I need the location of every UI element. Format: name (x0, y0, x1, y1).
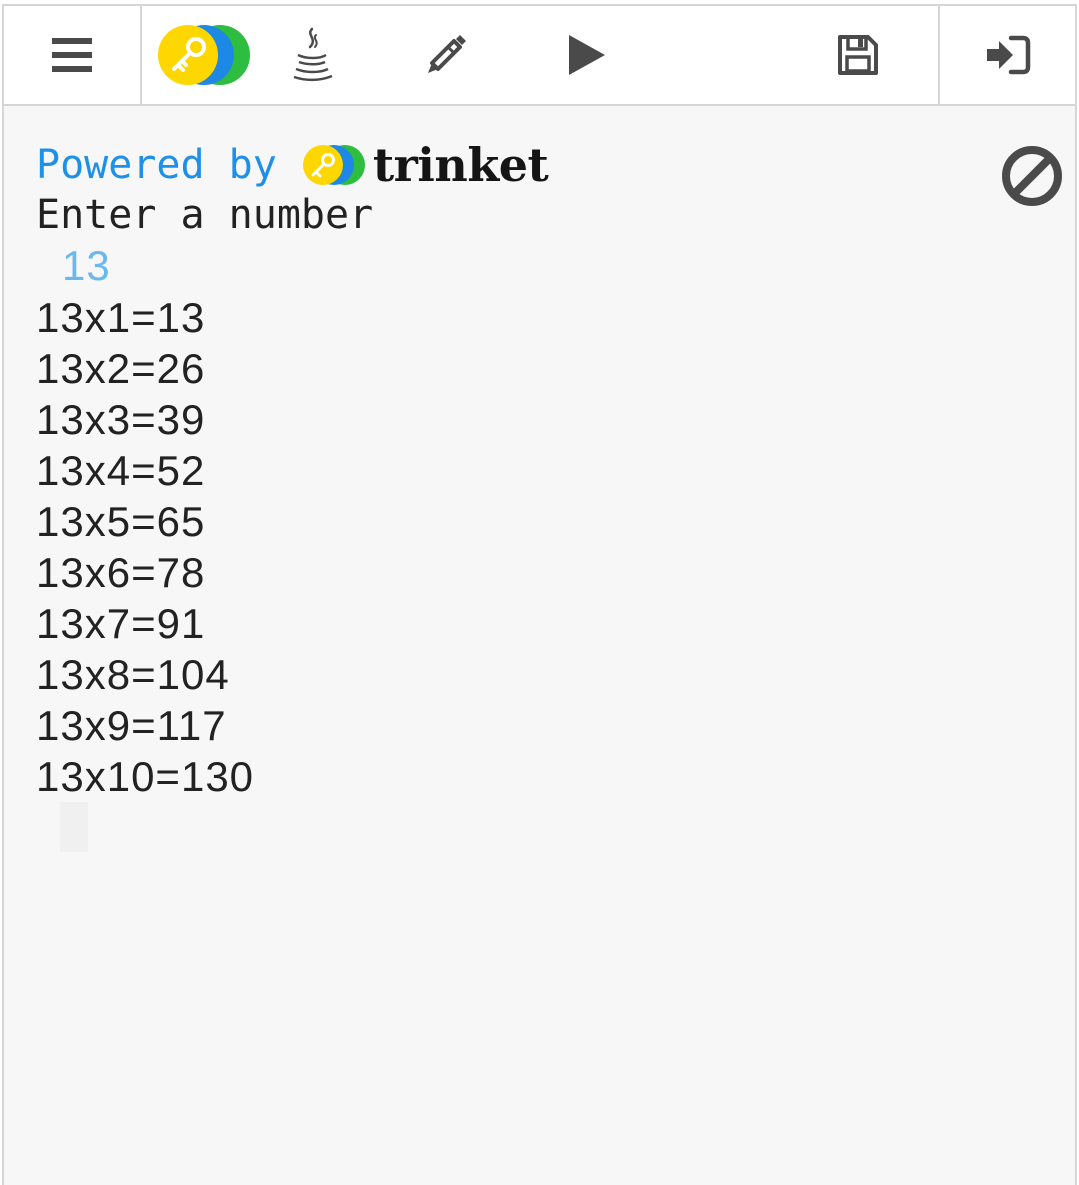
hamburger-menu-icon (52, 38, 92, 72)
run-button[interactable] (556, 6, 616, 104)
input-prompt: Enter a number (36, 192, 374, 238)
output-line: 13x5=65 (36, 498, 206, 545)
output-line: 13x3=39 (36, 396, 206, 443)
trinket-key-logo-icon (302, 145, 365, 185)
trinket-frame: Powered by trinket Enter a number 13 13x… (2, 4, 1077, 1185)
trinket-key-logo-icon (158, 25, 250, 85)
play-icon (569, 35, 605, 75)
output-line: 13x10=130 (36, 753, 255, 800)
output-line: 13x4=52 (36, 447, 206, 494)
user-input-value: 13 (62, 242, 111, 289)
console-output[interactable]: Powered by trinket Enter a number 13 13x… (4, 106, 1075, 1185)
input-cursor[interactable] (60, 802, 88, 852)
ban-circle-icon (1002, 146, 1062, 206)
output-line: 13x1=13 (36, 294, 206, 341)
output-line: 13x6=78 (36, 549, 206, 596)
language-button[interactable] (282, 6, 342, 104)
pencil-icon (428, 35, 466, 73)
trinket-brand: trinket (372, 138, 549, 192)
clear-console-button[interactable] (1000, 144, 1064, 208)
output-line: 13x7=91 (36, 600, 206, 647)
powered-by-text: Powered by (36, 142, 277, 188)
output-line: 13x8=104 (36, 651, 230, 698)
toolbar (4, 6, 1075, 106)
login-button[interactable] (940, 6, 1075, 104)
sign-in-icon (986, 35, 1030, 75)
edit-button[interactable] (416, 6, 476, 104)
toolbar-divider (140, 6, 142, 104)
floppy-disk-icon (838, 35, 878, 75)
powered-by-banner[interactable]: Powered by trinket (36, 138, 549, 192)
menu-button[interactable] (4, 6, 140, 104)
output-line: 13x2=26 (36, 345, 206, 392)
save-button[interactable] (826, 6, 890, 104)
java-cup-icon (293, 27, 333, 82)
output-line: 13x9=117 (36, 702, 227, 749)
trinket-logo-button[interactable] (154, 6, 254, 104)
